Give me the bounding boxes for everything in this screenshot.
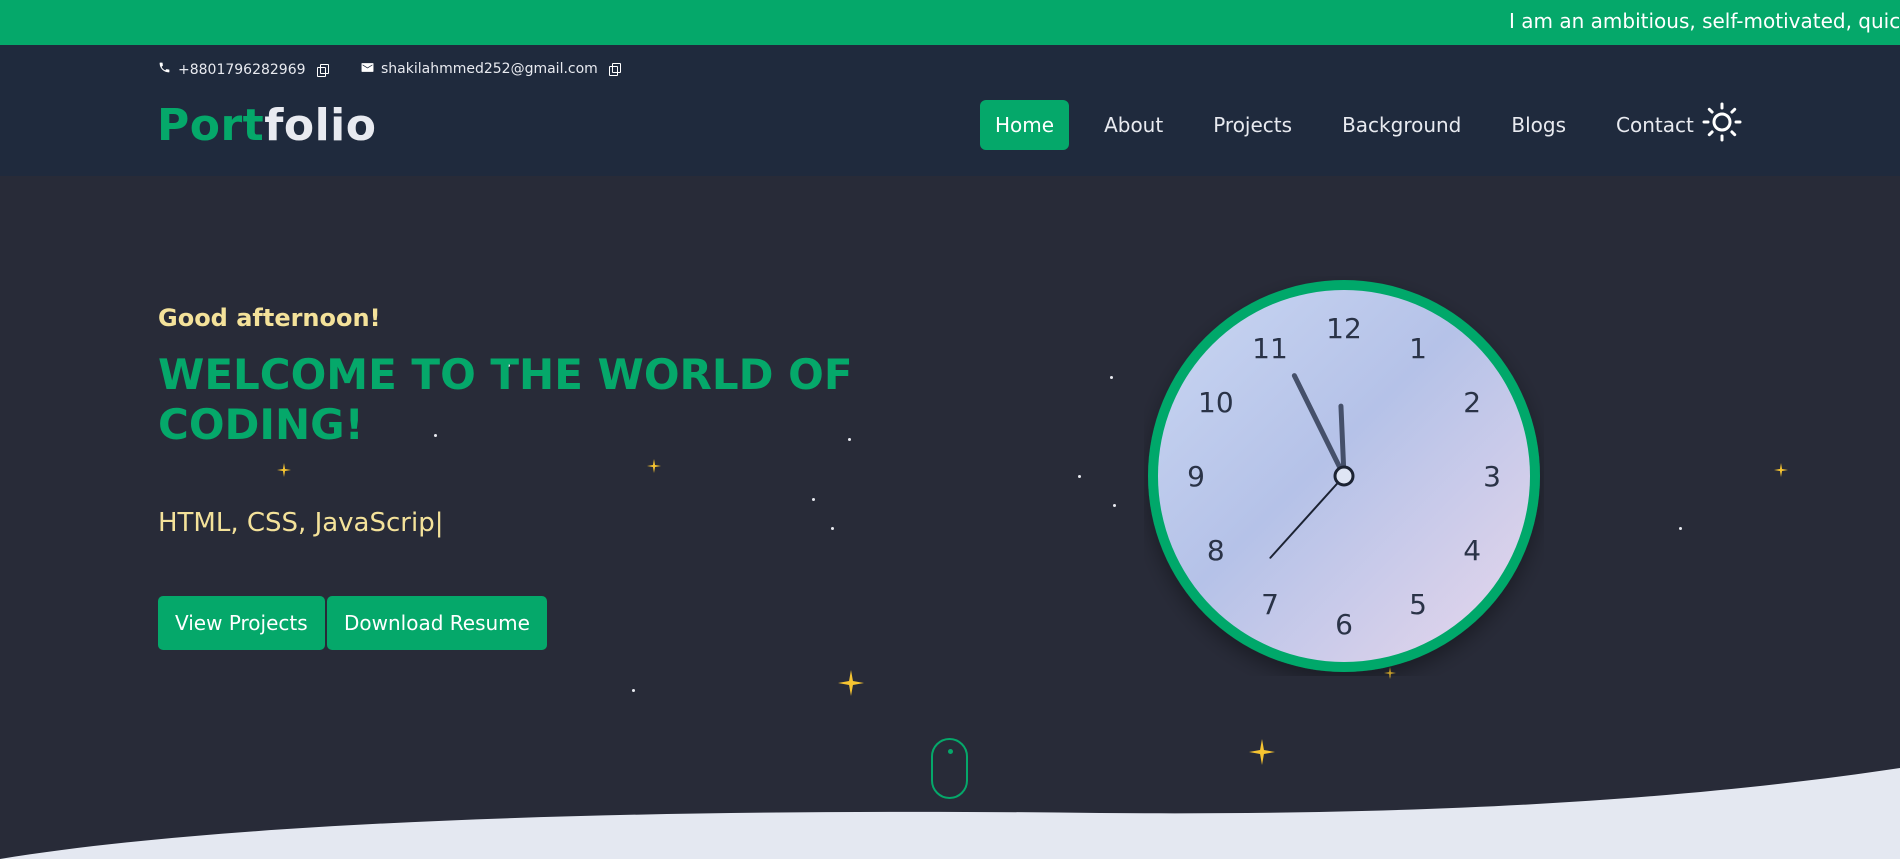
star-dot	[1078, 475, 1081, 478]
nav-about[interactable]: About	[1079, 100, 1188, 150]
site-header: +8801796282969 shakilahmmed252@gmail.com…	[0, 45, 1900, 176]
announcement-ticker: I am an ambitious, self-motivated, quick…	[0, 0, 1900, 45]
clock-number: 6	[1335, 608, 1353, 641]
nav-projects[interactable]: Projects	[1188, 100, 1317, 150]
contact-email: shakilahmmed252@gmail.com	[361, 61, 621, 77]
analog-clock: 121234567891011	[1148, 280, 1540, 672]
star-dot	[1113, 504, 1116, 507]
view-projects-button[interactable]: View Projects	[158, 596, 325, 650]
site-logo[interactable]: Portfolio	[157, 100, 376, 151]
greeting-text: Good afternoon!	[158, 304, 381, 332]
sparkle-icon	[838, 670, 864, 696]
main-nav: Home About Projects Background Blogs Con…	[980, 100, 1719, 150]
download-resume-button[interactable]: Download Resume	[327, 596, 547, 650]
nav-blogs[interactable]: Blogs	[1486, 100, 1591, 150]
sparkle-icon	[1774, 463, 1788, 477]
typing-caret: |	[434, 508, 444, 538]
clock-number: 10	[1198, 386, 1234, 419]
envelope-icon	[361, 62, 374, 77]
clock-number: 8	[1207, 534, 1225, 567]
star-dot	[831, 527, 834, 530]
nav-contact[interactable]: Contact	[1591, 100, 1719, 150]
section-wave-divider	[0, 768, 1900, 859]
logo-part-port: Port	[157, 100, 265, 151]
sparkle-icon	[277, 463, 291, 477]
sun-icon[interactable]	[1702, 102, 1742, 142]
copy-phone-icon[interactable]	[316, 63, 329, 77]
star-dot	[1679, 527, 1682, 530]
clock-number: 1	[1409, 332, 1427, 365]
sparkle-icon	[1249, 739, 1275, 765]
sparkle-icon	[647, 459, 661, 473]
clock-center-pin	[1333, 465, 1355, 487]
clock-number: 5	[1409, 588, 1427, 621]
copy-email-icon[interactable]	[608, 63, 621, 76]
clock-number: 7	[1261, 588, 1279, 621]
star-dot	[1110, 376, 1113, 379]
hero-section: Good afternoon! WELCOME TO THE WORLD OF …	[0, 176, 1900, 859]
star-dot	[632, 689, 635, 692]
email-address: shakilahmmed252@gmail.com	[381, 61, 598, 77]
phone-number: +8801796282969	[178, 61, 306, 78]
clock-number: 12	[1326, 312, 1362, 345]
typed-text: HTML, CSS, JavaScrip	[158, 508, 435, 538]
logo-part-folio: folio	[264, 100, 377, 151]
typed-skills: HTML, CSS, JavaScrip|	[158, 508, 443, 538]
clock-number: 9	[1187, 460, 1205, 493]
nav-background[interactable]: Background	[1317, 100, 1486, 150]
clock-number: 4	[1463, 534, 1481, 567]
contact-phone: +8801796282969	[158, 61, 329, 78]
clock-number: 3	[1483, 460, 1501, 493]
star-dot	[812, 498, 815, 501]
phone-icon	[158, 61, 171, 78]
hero-title: WELCOME TO THE WORLD OF CODING!	[158, 350, 853, 449]
ticker-text: I am an ambitious, self-motivated, quick…	[1509, 9, 1900, 33]
nav-home[interactable]: Home	[980, 100, 1070, 150]
clock-number: 11	[1252, 332, 1288, 365]
clock-number: 2	[1463, 386, 1481, 419]
